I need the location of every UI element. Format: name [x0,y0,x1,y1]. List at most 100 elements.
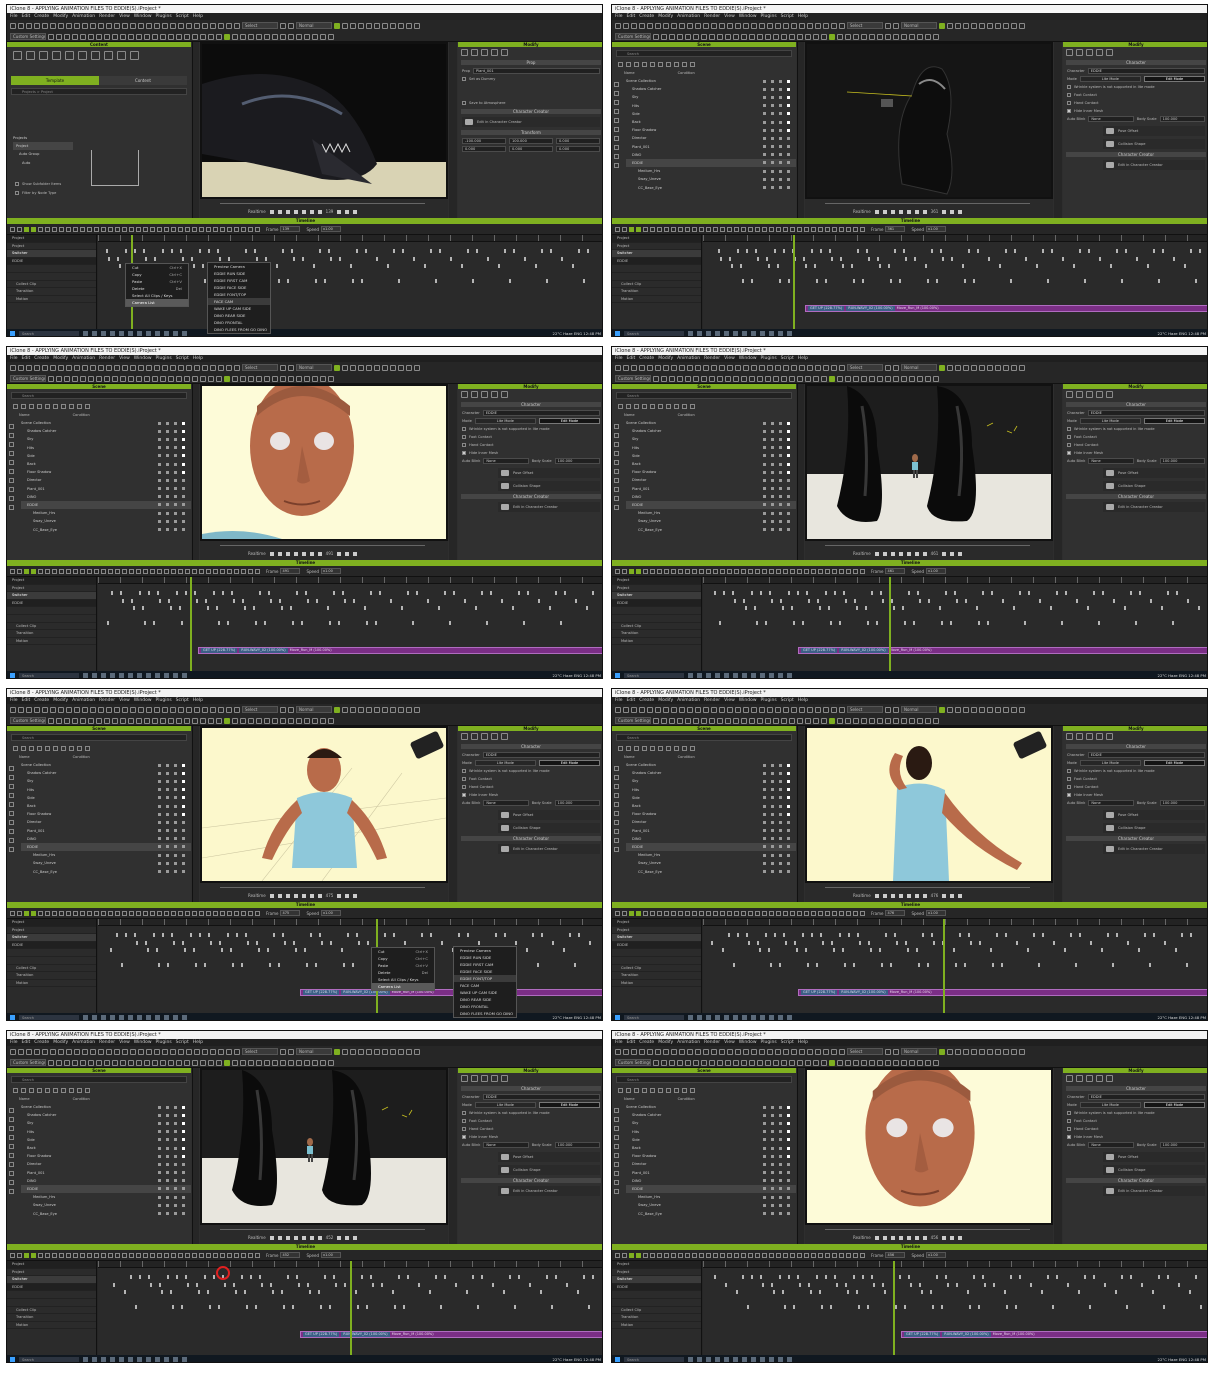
keyframe[interactable] [1113,599,1115,603]
keyframe[interactable] [1130,591,1132,595]
toolbar-button[interactable] [50,706,56,713]
track-row[interactable]: Collect Clip [7,965,96,973]
keyframe[interactable] [255,1305,257,1309]
toolbar-button[interactable] [256,375,262,382]
state-icon[interactable] [166,779,169,783]
keyframe[interactable] [1162,249,1164,253]
state-icon[interactable] [158,829,161,833]
side-icon[interactable] [9,451,14,456]
toolbar-button[interactable] [66,364,72,371]
timeline-tool-button[interactable] [122,910,127,916]
keyframe[interactable] [990,948,992,952]
timeline-tool-button[interactable] [657,226,662,232]
keyframe[interactable] [951,257,953,261]
toolbar-button[interactable] [248,717,254,724]
keyframe[interactable] [402,249,404,253]
state-icon[interactable] [771,128,774,132]
scene-tree-item[interactable]: Scene Collection [626,77,796,85]
keyframe[interactable] [1038,963,1040,967]
keyframe[interactable] [1047,279,1049,283]
taskbar-app-icon[interactable] [697,1357,702,1362]
state-icon[interactable] [771,861,774,865]
toolbar-button[interactable] [663,364,669,371]
keyframe[interactable] [748,941,750,945]
state-icon[interactable] [779,169,782,173]
state-icon[interactable] [166,437,169,441]
keyframe[interactable] [404,941,406,945]
toolbar-button[interactable] [735,22,741,29]
keyframe[interactable] [973,279,975,283]
state-icon[interactable] [787,454,790,458]
side-icon[interactable] [9,766,14,771]
toolbar-button[interactable] [210,1048,216,1055]
scene-tree-item[interactable]: Side [21,794,191,802]
timeline-tool-button[interactable] [734,1252,739,1258]
state-icon[interactable] [174,779,177,783]
scene-tree-item[interactable]: EDDIE [21,500,191,510]
side-icon[interactable] [614,1171,619,1176]
timeline-tool-button[interactable] [671,910,676,916]
transport-button[interactable] [301,1235,306,1240]
menu-item[interactable]: Render [99,355,115,362]
keyframe[interactable] [338,621,340,625]
scene-tree-item[interactable]: Hits [21,1128,191,1136]
timeline-tool-button[interactable] [727,910,732,916]
blend-mode-dropdown[interactable]: Normal [901,1048,937,1055]
timeline-tool-button[interactable] [776,568,781,574]
toolbar-button[interactable] [885,33,891,40]
keyframe[interactable] [755,249,757,253]
keyframe[interactable] [933,941,935,945]
keyframe[interactable] [979,941,981,945]
taskbar-app-icon[interactable] [119,1015,124,1020]
toolbar-button[interactable] [194,22,200,29]
timeline-tool-button[interactable] [143,226,148,232]
toolbar-button[interactable] [869,33,875,40]
keyframe[interactable] [956,1283,958,1287]
track-row[interactable]: EDDIE [612,941,701,950]
transport-button[interactable] [309,1235,314,1240]
scene-tool-icon[interactable] [37,404,42,409]
keyframe[interactable] [245,249,247,253]
toolbar-button[interactable] [200,1059,206,1066]
toolbar-button[interactable] [711,1048,717,1055]
select-mode-dropdown[interactable]: Select [242,364,278,371]
timeline-tool-button[interactable] [108,910,113,916]
toolbar-button[interactable] [226,1048,232,1055]
checkbox[interactable] [462,101,466,105]
state-icon[interactable] [787,763,790,767]
toolbar-button[interactable] [176,717,182,724]
toolbar-button[interactable] [1019,22,1025,29]
side-icon[interactable] [9,838,14,843]
keyframe[interactable] [882,1283,884,1287]
toolbar-button[interactable] [877,1059,883,1066]
side-icon[interactable] [9,1144,14,1149]
modify-tab-icon[interactable] [471,1075,478,1082]
keyframe[interactable] [1163,1305,1165,1309]
playback-mode[interactable]: Realtime [248,1235,266,1240]
toolbar-button[interactable] [374,706,380,713]
keyframe[interactable] [964,963,966,967]
timeline-tool-button[interactable] [790,1252,795,1258]
keyframe[interactable] [181,621,183,625]
viewport-option-button[interactable] [345,1235,350,1240]
toolbar-button[interactable] [727,1048,733,1055]
state-icon[interactable] [174,837,177,841]
toolbar-button[interactable] [256,33,262,40]
toolbar-button[interactable] [623,706,629,713]
toolbar-button[interactable] [725,717,731,724]
scene-tool-icon[interactable] [634,746,639,751]
timeline-tool-button[interactable] [150,226,155,232]
toolbar-button[interactable] [1003,706,1009,713]
toolbar-button[interactable] [1019,706,1025,713]
checkbox[interactable] [1067,451,1071,455]
menu-item[interactable]: Modify [53,697,68,704]
toolbar-button[interactable] [304,1059,310,1066]
timeline-tool-button[interactable] [80,1252,85,1258]
scene-tree-item[interactable]: Plant_001 [626,143,796,151]
state-icon[interactable] [166,1113,169,1117]
transport-button[interactable] [293,893,298,898]
toolbar-button[interactable] [186,22,192,29]
keyframe[interactable] [233,599,235,603]
clip-segment[interactable]: GET UP (228.77%) [303,1332,340,1337]
state-icon[interactable] [787,804,790,808]
